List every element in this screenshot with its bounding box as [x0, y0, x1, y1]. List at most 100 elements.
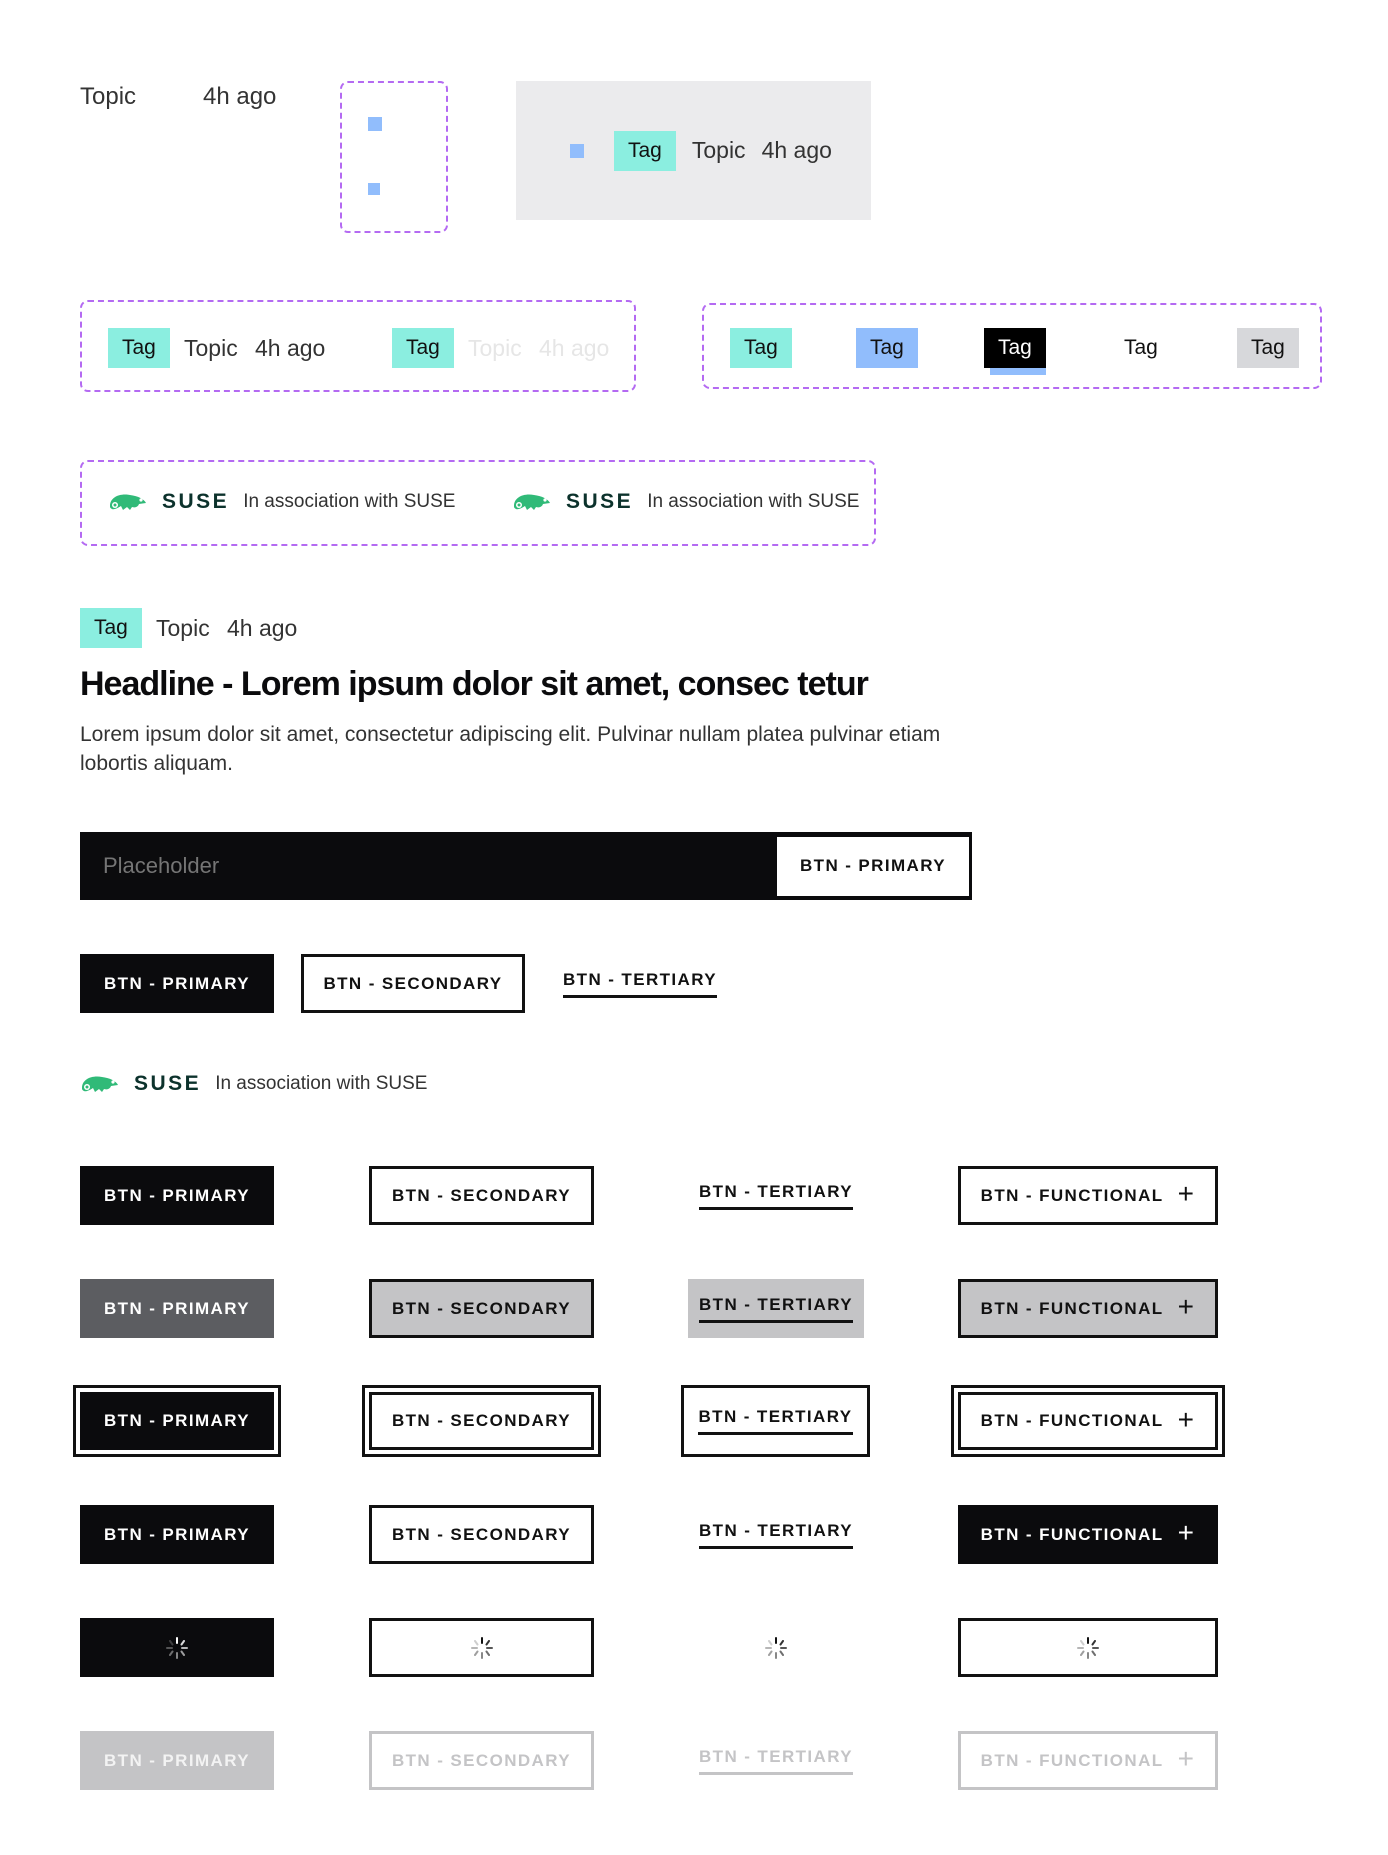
button-label: BTN - SECONDARY: [391, 1185, 572, 1205]
primary-button-active[interactable]: BTN - PRIMARY: [80, 1505, 274, 1564]
button-label: BTN - TERTIARY: [698, 1295, 853, 1323]
indicator-square: [368, 117, 382, 131]
tag-states-frame: Tag Tag Tag Tag Tag: [702, 303, 1322, 389]
sponsor-brand: SUSE: [134, 1072, 202, 1095]
tertiary-button-loading[interactable]: [688, 1618, 864, 1677]
secondary-button-default[interactable]: BTN - SECONDARY: [369, 1166, 594, 1225]
secondary-button-focus-ring: BTN - SECONDARY: [362, 1385, 601, 1457]
primary-button-hover[interactable]: BTN - PRIMARY: [80, 1279, 274, 1338]
meta-topic-inverse: Topic: [468, 335, 522, 361]
sponsor-text-inverse: In association with SUSE: [647, 491, 860, 512]
primary-button-focus-ring: BTN - PRIMARY: [73, 1385, 281, 1457]
tertiary-button-focus[interactable]: BTN - TERTIARY: [681, 1385, 870, 1457]
chameleon-logo-icon: [514, 494, 550, 510]
sponsor-badge-inverse: SUSE In association with SUSE: [512, 490, 859, 514]
article-headline[interactable]: Headline - Lorem ipsum dolor sit amet, c…: [80, 665, 869, 704]
secondary-button[interactable]: BTN - SECONDARY: [301, 954, 525, 1013]
secondary-button-loading[interactable]: [369, 1618, 594, 1677]
secondary-button-active[interactable]: BTN - SECONDARY: [369, 1505, 594, 1564]
functional-button-default[interactable]: BTN - FUNCTIONAL +: [958, 1166, 1218, 1225]
button-label: BTN - PRIMARY: [103, 1524, 250, 1544]
plus-icon: +: [1177, 1403, 1196, 1435]
search-submit-label: BTN - PRIMARY: [799, 856, 946, 875]
primary-button-focus[interactable]: BTN - PRIMARY: [80, 1392, 274, 1450]
tertiary-button-hover[interactable]: BTN - TERTIARY: [688, 1279, 864, 1338]
search-input[interactable]: [101, 852, 705, 880]
secondary-button-disabled: BTN - SECONDARY: [369, 1731, 594, 1790]
sponsor-variants-frame: SUSE In association with SUSE SUSE In as…: [80, 460, 876, 546]
meta-topic: Topic: [184, 335, 238, 361]
meta-time: 4h ago: [203, 83, 277, 110]
button-label: BTN - SECONDARY: [391, 1298, 572, 1318]
indicator-square: [368, 183, 380, 195]
functional-button-hover[interactable]: BTN - FUNCTIONAL +: [958, 1279, 1218, 1338]
plus-icon: +: [1177, 1743, 1196, 1774]
button-label: BTN - SECONDARY: [323, 973, 503, 993]
search-submit-button[interactable]: BTN - PRIMARY: [777, 836, 969, 896]
tag-active[interactable]: Tag: [984, 328, 1046, 368]
tertiary-button-default[interactable]: BTN - TERTIARY: [688, 1166, 864, 1225]
button-label: BTN - PRIMARY: [103, 973, 250, 993]
sponsor-text: In association with SUSE: [243, 491, 456, 512]
button-label: BTN - PRIMARY: [103, 1411, 250, 1430]
button-label: BTN - FUNCTIONAL: [980, 1185, 1164, 1205]
button-label: BTN - SECONDARY: [391, 1750, 572, 1770]
tag-plain[interactable]: Tag: [1110, 328, 1172, 368]
secondary-button-focus[interactable]: BTN - SECONDARY: [369, 1392, 594, 1450]
chameleon-logo-icon: [82, 1076, 118, 1092]
button-label: BTN - FUNCTIONAL: [980, 1524, 1164, 1544]
button-label: BTN - SECONDARY: [391, 1411, 572, 1430]
spinner-icon: [470, 1636, 493, 1659]
primary-button-loading[interactable]: [80, 1618, 274, 1677]
functional-button-active[interactable]: BTN - FUNCTIONAL +: [958, 1505, 1218, 1564]
meta-topic: Topic: [80, 83, 137, 110]
functional-button-disabled: BTN - FUNCTIONAL +: [958, 1731, 1218, 1790]
meta-topic: Topic: [691, 137, 746, 163]
button-label: BTN - TERTIARY: [562, 970, 717, 998]
article-tag[interactable]: Tag: [80, 608, 142, 648]
secondary-button-hover[interactable]: BTN - SECONDARY: [369, 1279, 594, 1338]
functional-button-focus-ring: BTN - FUNCTIONAL +: [951, 1385, 1225, 1457]
button-label: BTN - FUNCTIONAL: [980, 1750, 1164, 1770]
sponsor-brand: SUSE: [566, 490, 634, 513]
indicator-square: [570, 143, 584, 158]
primary-button-default[interactable]: BTN - PRIMARY: [80, 1166, 274, 1225]
plus-icon: +: [1177, 1517, 1196, 1548]
spinner-icon: [166, 1636, 188, 1659]
sponsor-text: In association with SUSE: [215, 1073, 428, 1094]
tertiary-button-active[interactable]: BTN - TERTIARY: [688, 1505, 864, 1564]
plus-icon: +: [1177, 1291, 1196, 1322]
spinner-icon: [1077, 1636, 1099, 1659]
tag-disabled[interactable]: Tag: [1237, 328, 1299, 368]
sponsor-badge: SUSE In association with SUSE: [108, 490, 455, 514]
primary-button[interactable]: BTN - PRIMARY: [80, 954, 274, 1013]
button-label: BTN - PRIMARY: [103, 1298, 250, 1318]
article-topic: Topic: [156, 615, 210, 641]
sponsor-brand: SUSE: [162, 490, 230, 513]
tertiary-button[interactable]: BTN - TERTIARY: [556, 954, 724, 1013]
indicator-states-frame: [340, 81, 448, 233]
sponsor-badge: SUSE In association with SUSE: [80, 1072, 427, 1096]
article-body: Lorem ipsum dolor sit amet, consectetur …: [80, 723, 941, 775]
button-label: BTN - PRIMARY: [103, 1750, 250, 1770]
functional-button-loading[interactable]: [958, 1618, 1218, 1677]
button-label: BTN - TERTIARY: [698, 1747, 853, 1775]
plus-icon: +: [1177, 1178, 1196, 1209]
tag-hover[interactable]: Tag: [856, 328, 918, 368]
meta-time-inverse: 4h ago: [539, 335, 610, 361]
functional-button-focus[interactable]: BTN - FUNCTIONAL +: [958, 1392, 1218, 1450]
tag-default[interactable]: Tag: [730, 328, 792, 368]
button-label: BTN - TERTIARY: [698, 1521, 853, 1549]
meta-variants-frame: Tag Topic 4h ago Tag Topic 4h ago: [80, 300, 636, 392]
meta-time: 4h ago: [761, 137, 832, 163]
button-label: BTN - FUNCTIONAL: [980, 1411, 1164, 1430]
button-label: BTN - FUNCTIONAL: [980, 1298, 1164, 1318]
tag-chip[interactable]: Tag: [108, 328, 170, 368]
tag-chip[interactable]: Tag: [614, 130, 676, 171]
button-label: BTN - TERTIARY: [698, 1407, 853, 1435]
button-label: BTN - SECONDARY: [391, 1524, 572, 1544]
primary-button-disabled: BTN - PRIMARY: [80, 1731, 274, 1790]
tag-chip[interactable]: Tag: [392, 328, 454, 368]
card-meta-panel: Tag Topic 4h ago: [516, 81, 871, 220]
spinner-icon: [765, 1636, 787, 1659]
